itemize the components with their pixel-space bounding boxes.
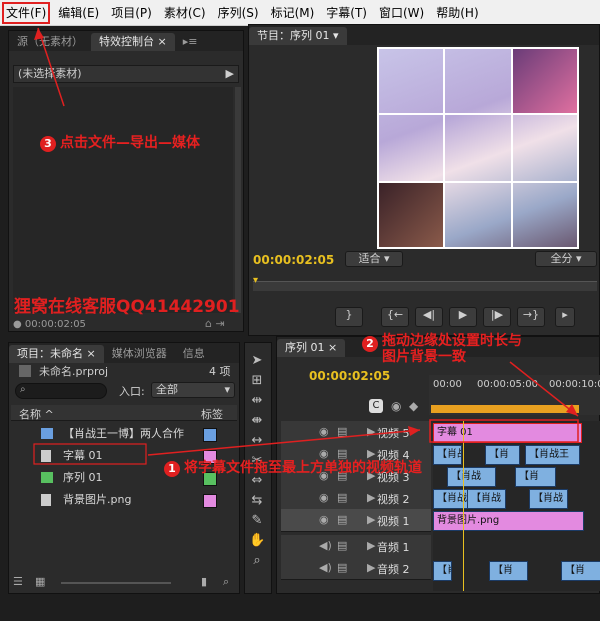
- arrow-step2-head: [566, 404, 578, 416]
- step-number-badge: 3: [40, 136, 56, 152]
- arrow-step1: [147, 429, 421, 456]
- watermark-text: 狸窝在线客服QQ41442901: [14, 297, 240, 317]
- arrow-step3-head: [34, 28, 44, 40]
- annotation-step3: 3 点击文件—导出—媒体: [40, 132, 200, 152]
- annotation-step1: 1 将字幕文件拖至最上方单独的视频轨道: [164, 457, 422, 477]
- arrow-step1-head: [408, 426, 420, 436]
- highlight-subtitle-clip: [429, 419, 579, 443]
- step-number-badge: 1: [164, 461, 180, 477]
- highlight-subtitle-item: [33, 443, 147, 465]
- arrow-step2: [509, 361, 579, 417]
- arrow-step3: [37, 27, 65, 107]
- step-number-badge: 2: [362, 336, 378, 352]
